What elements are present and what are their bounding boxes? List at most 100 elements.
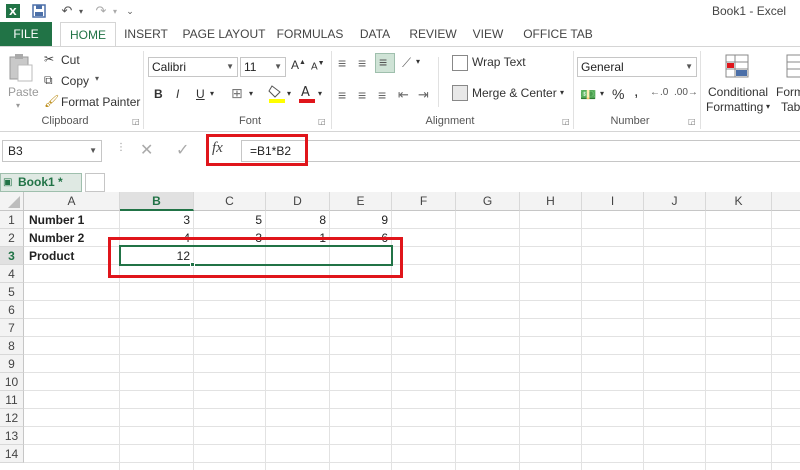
paste-dropdown-icon[interactable]: ▾ xyxy=(16,101,20,110)
font-size-combo[interactable]: 11 ▼ xyxy=(240,57,286,77)
bold-button[interactable]: B xyxy=(154,87,163,101)
column-header-a[interactable]: A xyxy=(24,192,120,211)
column-header-e[interactable]: E xyxy=(330,192,392,211)
copy-button[interactable]: Copy xyxy=(61,74,89,88)
cancel-icon[interactable]: ✕ xyxy=(140,140,153,160)
formula-input[interactable]: =B1*B2 xyxy=(241,140,800,162)
font-launcher-icon[interactable]: ◲ xyxy=(318,117,326,126)
redo-dropdown-icon[interactable]: ▾ xyxy=(110,2,120,20)
format-painter-button[interactable]: Format Painter xyxy=(61,95,140,109)
cell-d1[interactable]: 8 xyxy=(266,211,330,229)
new-workbook-tab-button[interactable] xyxy=(85,173,105,192)
row-header-8[interactable]: 8 xyxy=(0,337,24,355)
row-header-1[interactable]: 1 xyxy=(0,211,24,229)
fill-color-icon[interactable] xyxy=(268,83,286,103)
cell-c1[interactable]: 5 xyxy=(194,211,266,229)
copy-dropdown-icon[interactable]: ▾ xyxy=(95,74,99,83)
column-header-d[interactable]: D xyxy=(266,192,330,211)
increase-decimal-icon[interactable]: ←.0 xyxy=(650,87,668,98)
middle-align-icon[interactable]: ≡ xyxy=(358,55,366,71)
orientation-icon[interactable]: ⟋ xyxy=(402,55,411,71)
redo-icon[interactable]: ↷ xyxy=(92,2,110,20)
row-header-9[interactable]: 9 xyxy=(0,355,24,373)
row-header-7[interactable]: 7 xyxy=(0,319,24,337)
wrap-text-button[interactable]: Wrap Text xyxy=(472,55,526,69)
row-header-3[interactable]: 3 xyxy=(0,247,24,265)
underline-button[interactable]: U xyxy=(196,87,205,101)
select-all-corner[interactable] xyxy=(0,192,24,211)
tab-insert[interactable]: INSERT xyxy=(118,22,174,46)
cell-a3[interactable]: Product xyxy=(25,247,120,265)
column-header-l[interactable] xyxy=(772,192,800,211)
paste-icon[interactable] xyxy=(8,53,36,83)
font-color-icon[interactable]: A xyxy=(298,83,316,103)
row-header-13[interactable]: 13 xyxy=(0,427,24,445)
cell-b1[interactable]: 3 xyxy=(120,211,194,229)
cell-a2[interactable]: Number 2 xyxy=(25,229,120,247)
column-header-i[interactable]: I xyxy=(582,192,644,211)
column-header-h[interactable]: H xyxy=(520,192,582,211)
cell-a1[interactable]: Number 1 xyxy=(25,211,120,229)
decrease-indent-icon[interactable]: ⇤ xyxy=(398,87,409,103)
decrease-font-size-icon[interactable]: A▼ xyxy=(311,60,325,72)
fill-color-dropdown-icon[interactable]: ▾ xyxy=(287,89,291,98)
column-header-g[interactable]: G xyxy=(456,192,520,211)
number-format-combo[interactable]: General ▼ xyxy=(577,57,697,77)
merge-center-dropdown-icon[interactable]: ▾ xyxy=(560,88,564,97)
font-name-dropdown-icon[interactable]: ▼ xyxy=(226,58,234,76)
row-header-11[interactable]: 11 xyxy=(0,391,24,409)
top-align-icon[interactable]: ≡ xyxy=(338,55,346,71)
name-box[interactable]: B3 ▼ xyxy=(2,140,102,162)
font-color-dropdown-icon[interactable]: ▾ xyxy=(318,89,322,98)
merge-center-button[interactable]: Merge & Center xyxy=(472,86,557,100)
column-header-b[interactable]: B xyxy=(120,192,194,211)
row-header-5[interactable]: 5 xyxy=(0,283,24,301)
tab-review[interactable]: REVIEW xyxy=(404,22,462,46)
tab-formulas[interactable]: FORMULAS xyxy=(274,22,346,46)
save-icon[interactable] xyxy=(30,2,48,20)
column-header-f[interactable]: F xyxy=(392,192,456,211)
column-header-k[interactable]: K xyxy=(706,192,772,211)
bottom-align-icon[interactable]: ≡ xyxy=(375,53,395,73)
row-header-12[interactable]: 12 xyxy=(0,409,24,427)
workbook-tab[interactable]: ▣ Book1 * xyxy=(0,173,82,192)
conditional-formatting-label-2[interactable]: Formatting xyxy=(706,100,763,114)
underline-dropdown-icon[interactable]: ▾ xyxy=(210,89,214,98)
name-box-dropdown-icon[interactable]: ▼ xyxy=(89,141,97,161)
increase-font-size-icon[interactable]: A▲ xyxy=(291,58,306,72)
font-name-combo[interactable]: Calibri ▼ xyxy=(148,57,238,77)
clipboard-launcher-icon[interactable]: ◲ xyxy=(132,117,140,126)
column-header-c[interactable]: C xyxy=(194,192,266,211)
number-launcher-icon[interactable]: ◲ xyxy=(688,117,696,126)
orientation-dropdown-icon[interactable]: ▾ xyxy=(416,57,420,66)
row-header-2[interactable]: 2 xyxy=(0,229,24,247)
worksheet-grid[interactable]: A B C D E F G H I J K 1 2 3 4 5 6 7 8 9 … xyxy=(0,192,800,470)
align-right-icon[interactable]: ≡ xyxy=(378,87,386,103)
row-header-10[interactable]: 10 xyxy=(0,373,24,391)
row-header-14[interactable]: 14 xyxy=(0,445,24,463)
format-as-table-label-2[interactable]: Tab xyxy=(781,100,800,114)
tab-page-layout[interactable]: PAGE LAYOUT xyxy=(178,22,270,46)
customize-qat-icon[interactable]: ⌄ xyxy=(124,2,136,20)
decrease-decimal-icon[interactable]: .00→ xyxy=(674,87,698,98)
paste-button[interactable]: Paste xyxy=(8,85,39,99)
comma-style-icon[interactable]: , xyxy=(634,83,638,101)
borders-dropdown-icon[interactable]: ▾ xyxy=(249,89,253,98)
increase-indent-icon[interactable]: ⇥ xyxy=(418,87,429,103)
tab-view[interactable]: VIEW xyxy=(466,22,510,46)
tab-data[interactable]: DATA xyxy=(350,22,400,46)
undo-dropdown-icon[interactable]: ▾ xyxy=(76,2,86,20)
row-header-6[interactable]: 6 xyxy=(0,301,24,319)
tab-office-tab[interactable]: OFFICE TAB xyxy=(514,22,602,46)
format-as-table-label-1[interactable]: Form xyxy=(776,85,800,99)
tab-file[interactable]: FILE xyxy=(0,22,52,46)
italic-button[interactable]: I xyxy=(176,87,179,101)
percent-style-icon[interactable]: % xyxy=(612,86,624,102)
accounting-format-dropdown-icon[interactable]: ▾ xyxy=(600,89,604,98)
font-size-dropdown-icon[interactable]: ▼ xyxy=(274,58,282,76)
tab-home[interactable]: HOME xyxy=(60,22,116,46)
conditional-formatting-label-1[interactable]: Conditional xyxy=(708,85,768,99)
accounting-format-icon[interactable]: 💵 xyxy=(580,87,596,103)
enter-icon[interactable]: ✓ xyxy=(176,140,189,160)
align-left-icon[interactable]: ≡ xyxy=(338,87,346,103)
